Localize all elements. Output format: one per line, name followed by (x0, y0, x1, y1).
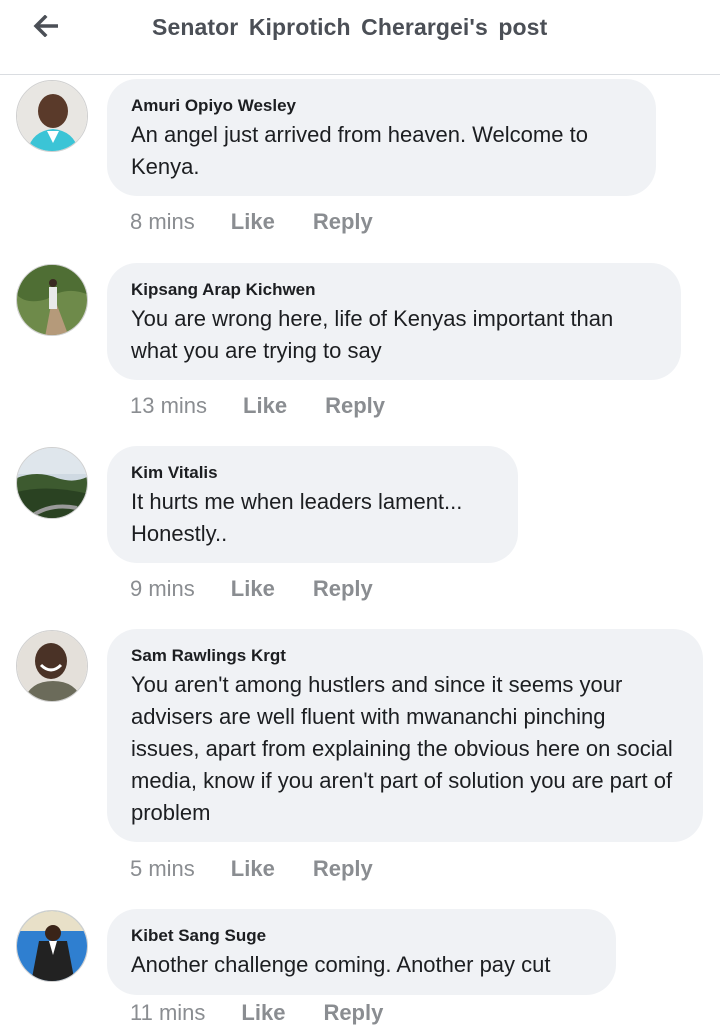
like-button[interactable]: Like (243, 393, 287, 419)
comment-actions: 5 mins Like Reply (130, 856, 373, 882)
comment-time[interactable]: 5 mins (130, 856, 195, 882)
comment-actions: 9 mins Like Reply (130, 576, 373, 602)
comment-text: You are wrong here, life of Kenyas impor… (131, 306, 614, 363)
avatar[interactable] (16, 910, 88, 982)
comment-actions: 11 mins Like Reply (130, 1000, 383, 1026)
comment-text: You aren't among hustlers and since it s… (131, 672, 673, 825)
like-button[interactable]: Like (231, 856, 275, 882)
comment-time[interactable]: 8 mins (130, 209, 195, 235)
like-button[interactable]: Like (241, 1000, 285, 1026)
comment-time[interactable]: 13 mins (130, 393, 207, 419)
comment-author[interactable]: Sam Rawlings Krgt (131, 646, 679, 666)
avatar[interactable] (16, 447, 88, 519)
comment-text: It hurts me when leaders lament... Hones… (131, 489, 463, 546)
comment-bubble: Sam Rawlings Krgt You aren't among hustl… (107, 629, 703, 842)
comment-bubble: Kipsang Arap Kichwen You are wrong here,… (107, 263, 681, 380)
like-button[interactable]: Like (231, 209, 275, 235)
post-header: Senator Kiprotich Cherargei's post (0, 0, 720, 75)
comment-author[interactable]: Kipsang Arap Kichwen (131, 280, 657, 300)
comment-bubble: Kim Vitalis It hurts me when leaders lam… (107, 446, 518, 563)
comment-bubble: Amuri Opiyo Wesley An angel just arrived… (107, 79, 656, 196)
like-button[interactable]: Like (231, 576, 275, 602)
reply-button[interactable]: Reply (313, 576, 373, 602)
reply-button[interactable]: Reply (313, 209, 373, 235)
reply-button[interactable]: Reply (323, 1000, 383, 1026)
avatar[interactable] (16, 264, 88, 336)
comment-author[interactable]: Amuri Opiyo Wesley (131, 96, 632, 116)
comment-actions: 8 mins Like Reply (130, 209, 373, 235)
avatar[interactable] (16, 80, 88, 152)
comment-time[interactable]: 9 mins (130, 576, 195, 602)
comment-author[interactable]: Kibet Sang Suge (131, 926, 592, 946)
comment-text: Another challenge coming. Another pay cu… (131, 952, 551, 977)
comment-text: An angel just arrived from heaven. Welco… (131, 122, 588, 179)
reply-button[interactable]: Reply (325, 393, 385, 419)
comment-actions: 13 mins Like Reply (130, 393, 385, 419)
reply-button[interactable]: Reply (313, 856, 373, 882)
back-arrow-icon[interactable] (28, 8, 64, 44)
comment-bubble: Kibet Sang Suge Another challenge coming… (107, 909, 616, 995)
avatar[interactable] (16, 630, 88, 702)
page-title: Senator Kiprotich Cherargei's post (152, 14, 548, 40)
comment-time[interactable]: 11 mins (130, 1000, 205, 1026)
comment-author[interactable]: Kim Vitalis (131, 463, 494, 483)
